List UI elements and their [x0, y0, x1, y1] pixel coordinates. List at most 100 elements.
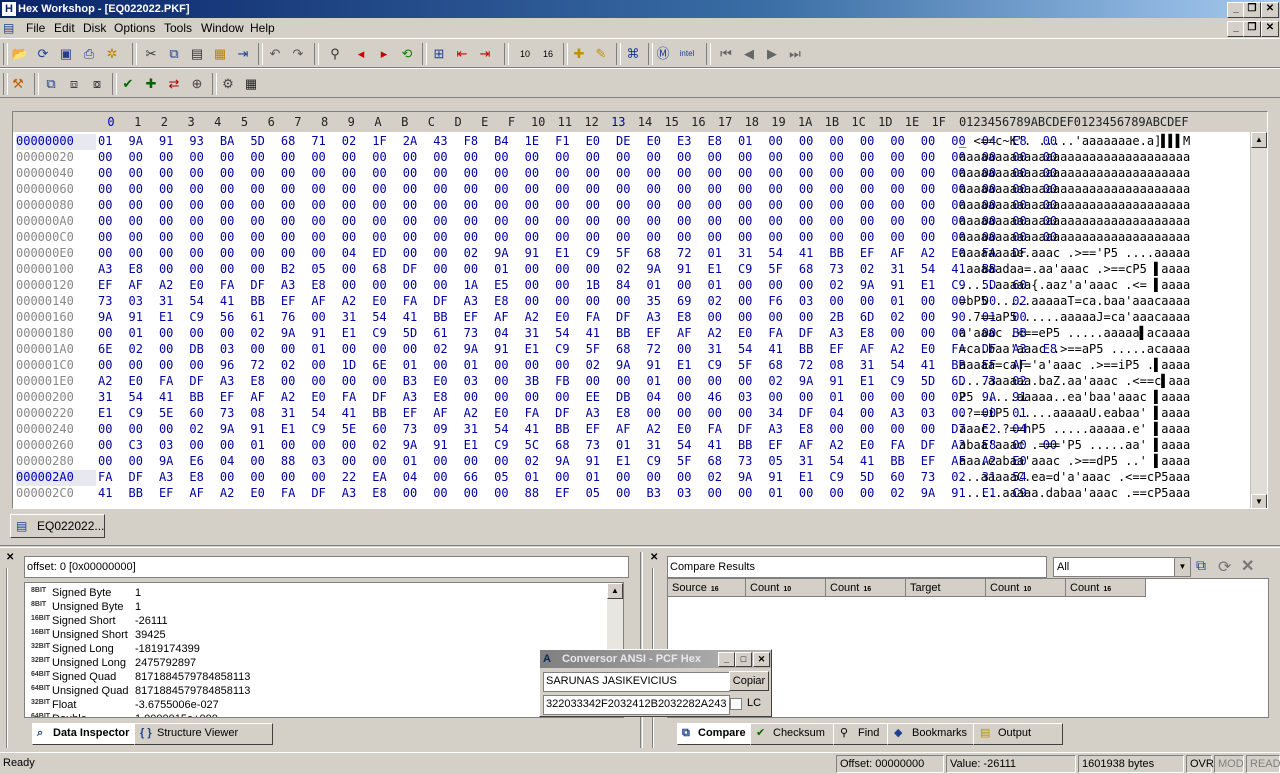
row-ascii[interactable]: .aaaaadaa=.aa'aaac .>==cP5 ▌aaaa: [959, 262, 1190, 276]
row-ascii[interactable]: aaaaaaaaaaaaaaaaaaaaaaaaaaaaaaaa: [959, 198, 1190, 212]
clipboard-icon[interactable]: ▦: [211, 45, 229, 63]
properties-icon[interactable]: ✲: [103, 45, 121, 63]
inspector-row[interactable]: 64BITDouble 1.0000015e+000: [25, 713, 615, 717]
menu-edit[interactable]: Edit: [54, 21, 75, 35]
motorola-icon[interactable]: Ⓜ: [654, 45, 672, 63]
network-icon[interactable]: ⌘: [624, 45, 642, 63]
row-bytes[interactable]: 00 01 00 00 00 02 9A 91 E1 C9 5D 61 73 0…: [98, 326, 1027, 340]
hex-row[interactable]: 00000000 01 9A 91 93 BA 5D 68 71 02 1F 2A…: [13, 134, 1267, 150]
note-icon[interactable]: ✎: [592, 45, 610, 63]
menu-options[interactable]: Options: [114, 21, 155, 35]
hex-row[interactable]: 00000140 73 03 31 54 41 BB EF AF A2 E0 FA…: [13, 294, 1267, 310]
row-bytes[interactable]: E1 C9 5E 60 73 08 31 54 41 BB EF AF A2 E…: [98, 406, 1027, 420]
inspector-row[interactable]: 16BIT Signed Short -26111: [25, 615, 615, 629]
compare-column-header[interactable]: Count 16: [1066, 579, 1146, 597]
conversor-output[interactable]: 322033342F2032412B2032282A243: [543, 695, 730, 715]
chevron-down-icon[interactable]: ▼: [1174, 558, 1190, 576]
refresh-icon[interactable]: ⟳: [34, 45, 52, 63]
structure-tool-icon[interactable]: ⊕: [188, 75, 206, 93]
menu-help[interactable]: Help: [250, 21, 275, 35]
row-ascii[interactable]: aaa.eabaa'aaac .>==dP5 ..' ▌aaaa: [959, 454, 1190, 468]
tab-output[interactable]: ▤ Output: [973, 723, 1063, 745]
row-bytes[interactable]: 00 00 9A E6 04 00 88 03 00 00 01 00 00 0…: [98, 454, 1027, 468]
row-ascii[interactable]: aaaaa=ca|='a'aaac .>==iP5 .▌aaaa: [959, 358, 1190, 372]
merge-icon[interactable]: ⧇: [88, 75, 106, 93]
goto-end-icon[interactable]: ⇥: [476, 45, 494, 63]
row-bytes[interactable]: 00 00 00 00 00 00 00 00 00 00 00 00 00 0…: [98, 150, 1057, 164]
row-ascii[interactable]: ....aaaaaa.baZ.aa'aaac .<==c▌aaa: [959, 374, 1190, 388]
copy-icon[interactable]: ⧉: [165, 45, 183, 63]
checksum-tool-icon[interactable]: ✔: [119, 75, 137, 93]
conversor-minimize-button[interactable]: _: [718, 652, 735, 667]
split-icon[interactable]: ⧈: [65, 75, 83, 93]
row-ascii[interactable]: .....aaaaa{.aaz'a'aaac .<= ▌aaaa: [959, 278, 1190, 292]
hex-row[interactable]: 000002A0 FA DF A3 E8 00 00 00 00 22 EA 04…: [13, 470, 1267, 486]
base10-icon[interactable]: 10: [516, 45, 534, 63]
last-icon[interactable]: ⏭: [786, 45, 804, 63]
row-ascii[interactable]: aaaaaaaaaaaaaaaaaaaaaaaaaaaaaaaa: [959, 214, 1190, 228]
hex-row[interactable]: 000000C0 00 00 00 00 00 00 00 00 00 00 00…: [13, 230, 1267, 246]
document-tab[interactable]: ▤ EQ022022...: [10, 514, 105, 538]
row-bytes[interactable]: 00 00 00 00 00 00 00 00 00 00 00 00 00 0…: [98, 166, 1057, 180]
compare-close-icon[interactable]: ✕: [650, 552, 658, 563]
row-bytes[interactable]: 41 BB EF AF A2 E0 FA DF A3 E8 00 00 00 0…: [98, 486, 1027, 500]
goto-icon[interactable]: ⇤: [453, 45, 471, 63]
row-ascii[interactable]: aaaaaaaaaaaaaaaaaaaaaaaaaaaaaaaa: [959, 230, 1190, 244]
find-icon[interactable]: ⚲: [326, 45, 344, 63]
row-bytes[interactable]: FA DF A3 E8 00 00 00 00 22 EA 04 00 66 0…: [98, 470, 1027, 484]
compare-copy-icon[interactable]: ⧉: [1196, 557, 1214, 577]
first-icon[interactable]: ⏮: [717, 45, 735, 63]
data-inspector-list[interactable]: 8BIT Signed Byte 1 8BIT Unsigned Byte 1 16BIT S…: [24, 582, 624, 718]
base16-icon[interactable]: 16: [539, 45, 557, 63]
menu-window[interactable]: Window: [201, 21, 244, 35]
row-bytes[interactable]: 00 00 00 00 00 00 00 00 00 00 00 00 00 0…: [98, 198, 1057, 212]
scroll-up-icon[interactable]: ▲: [1251, 132, 1267, 148]
row-ascii[interactable]: a'aaac .<==eP5 .....aaaaa▌acaaaa: [959, 326, 1190, 340]
conversor-close-button[interactable]: ✕: [753, 652, 770, 667]
hex-row[interactable]: 00000220 E1 C9 5E 60 73 08 31 54 41 BB EF…: [13, 406, 1267, 422]
compare-column-header[interactable]: Count 10: [746, 579, 826, 597]
compare-filter-select[interactable]: All ▼: [1053, 557, 1191, 577]
menu-disk[interactable]: Disk: [83, 21, 106, 35]
row-bytes[interactable]: 00 00 00 00 00 00 00 00 00 00 00 00 00 0…: [98, 230, 1057, 244]
next-icon[interactable]: ▶: [763, 45, 781, 63]
compare-column-header[interactable]: Target: [906, 579, 986, 597]
find-prev-icon[interactable]: ◂: [352, 45, 370, 63]
row-ascii[interactable]: P5 .....aaaaa..ea'baa'aaac ▌aaaa: [959, 390, 1190, 404]
bookmark-add-icon[interactable]: ✚: [570, 45, 588, 63]
inspector-row[interactable]: 32BIT Signed Long -1819174399: [25, 643, 615, 657]
hex-row[interactable]: 00000200 31 54 41 BB EF AF A2 E0 FA DF A3…: [13, 390, 1267, 406]
conversor-title-bar[interactable]: A Conversor ANSI - PCF Hex _ □ ✕: [540, 650, 771, 668]
row-ascii[interactable]: aaaaaaaaaaaaaaaaaaaaaaaaaaaaaaaa: [959, 150, 1190, 164]
row-bytes[interactable]: 00 00 00 00 00 00 00 00 00 00 00 00 00 0…: [98, 214, 1057, 228]
inspector-close-icon[interactable]: ✕: [6, 552, 14, 563]
hex-row[interactable]: 00000260 00 C3 03 00 00 01 00 00 00 02 9A…: [13, 438, 1267, 454]
inspector-row[interactable]: 32BIT Float -3.6755006e-027: [25, 699, 615, 713]
insert-icon[interactable]: ⊞: [430, 45, 448, 63]
lc-checkbox[interactable]: [730, 698, 742, 710]
menu-file[interactable]: File: [26, 21, 45, 35]
maximize-button[interactable]: ❐: [1243, 2, 1261, 18]
redo-icon[interactable]: ↷: [289, 45, 307, 63]
print-icon[interactable]: ⎙: [80, 45, 98, 63]
doc-close-button[interactable]: ✕: [1261, 21, 1279, 37]
hex-row[interactable]: 000000E0 00 00 00 00 00 00 00 00 04 ED 00…: [13, 246, 1267, 262]
calculator-icon[interactable]: ▦: [242, 75, 260, 93]
save-icon[interactable]: ▣: [57, 45, 75, 63]
inspector-row[interactable]: 64BIT Signed Quad 8171884579784858113: [25, 671, 615, 685]
row-bytes[interactable]: 31 54 41 BB EF AF A2 E0 FA DF A3 E8 00 0…: [98, 390, 1027, 404]
prev-icon[interactable]: ◀: [740, 45, 758, 63]
hex-row[interactable]: 00000080 00 00 00 00 00 00 00 00 00 00 00…: [13, 198, 1267, 214]
row-ascii[interactable]: =bP5 .....aaaaaT=ca.baa'aaacaaaa: [959, 294, 1190, 308]
row-bytes[interactable]: 00 00 00 00 00 00 00 00 04 ED 00 00 02 9…: [98, 246, 1027, 260]
hex-row[interactable]: 000001A0 6E 02 00 DB 03 00 00 01 00 00 00…: [13, 342, 1267, 358]
hex-row[interactable]: 00000160 9A 91 E1 C9 56 61 76 00 31 54 41…: [13, 310, 1267, 326]
tab-structure-viewer[interactable]: { } Structure Viewer: [134, 723, 273, 745]
row-ascii[interactable]: aaaaaaaaaaaaaaaaaaaaaaaaaaaaaaaa: [959, 166, 1190, 180]
inspector-row[interactable]: 16BIT Unsigned Short 39425: [25, 629, 615, 643]
row-bytes[interactable]: A3 E8 00 00 00 00 B2 05 00 68 DF 00 00 0…: [98, 262, 996, 276]
inspector-row[interactable]: 8BIT Unsigned Byte 1: [25, 601, 615, 615]
hex-editor[interactable]: 0 1 2 3 4 5 6 7 8 9 A B C D E F 10 11 12 13 14 15 16 17 18 19 1A 1B…: [12, 111, 1268, 509]
gear-icon[interactable]: ⚙: [219, 75, 237, 93]
hex-row[interactable]: 000001E0 A2 E0 FA DF A3 E8 00 00 00 00 B3…: [13, 374, 1267, 390]
